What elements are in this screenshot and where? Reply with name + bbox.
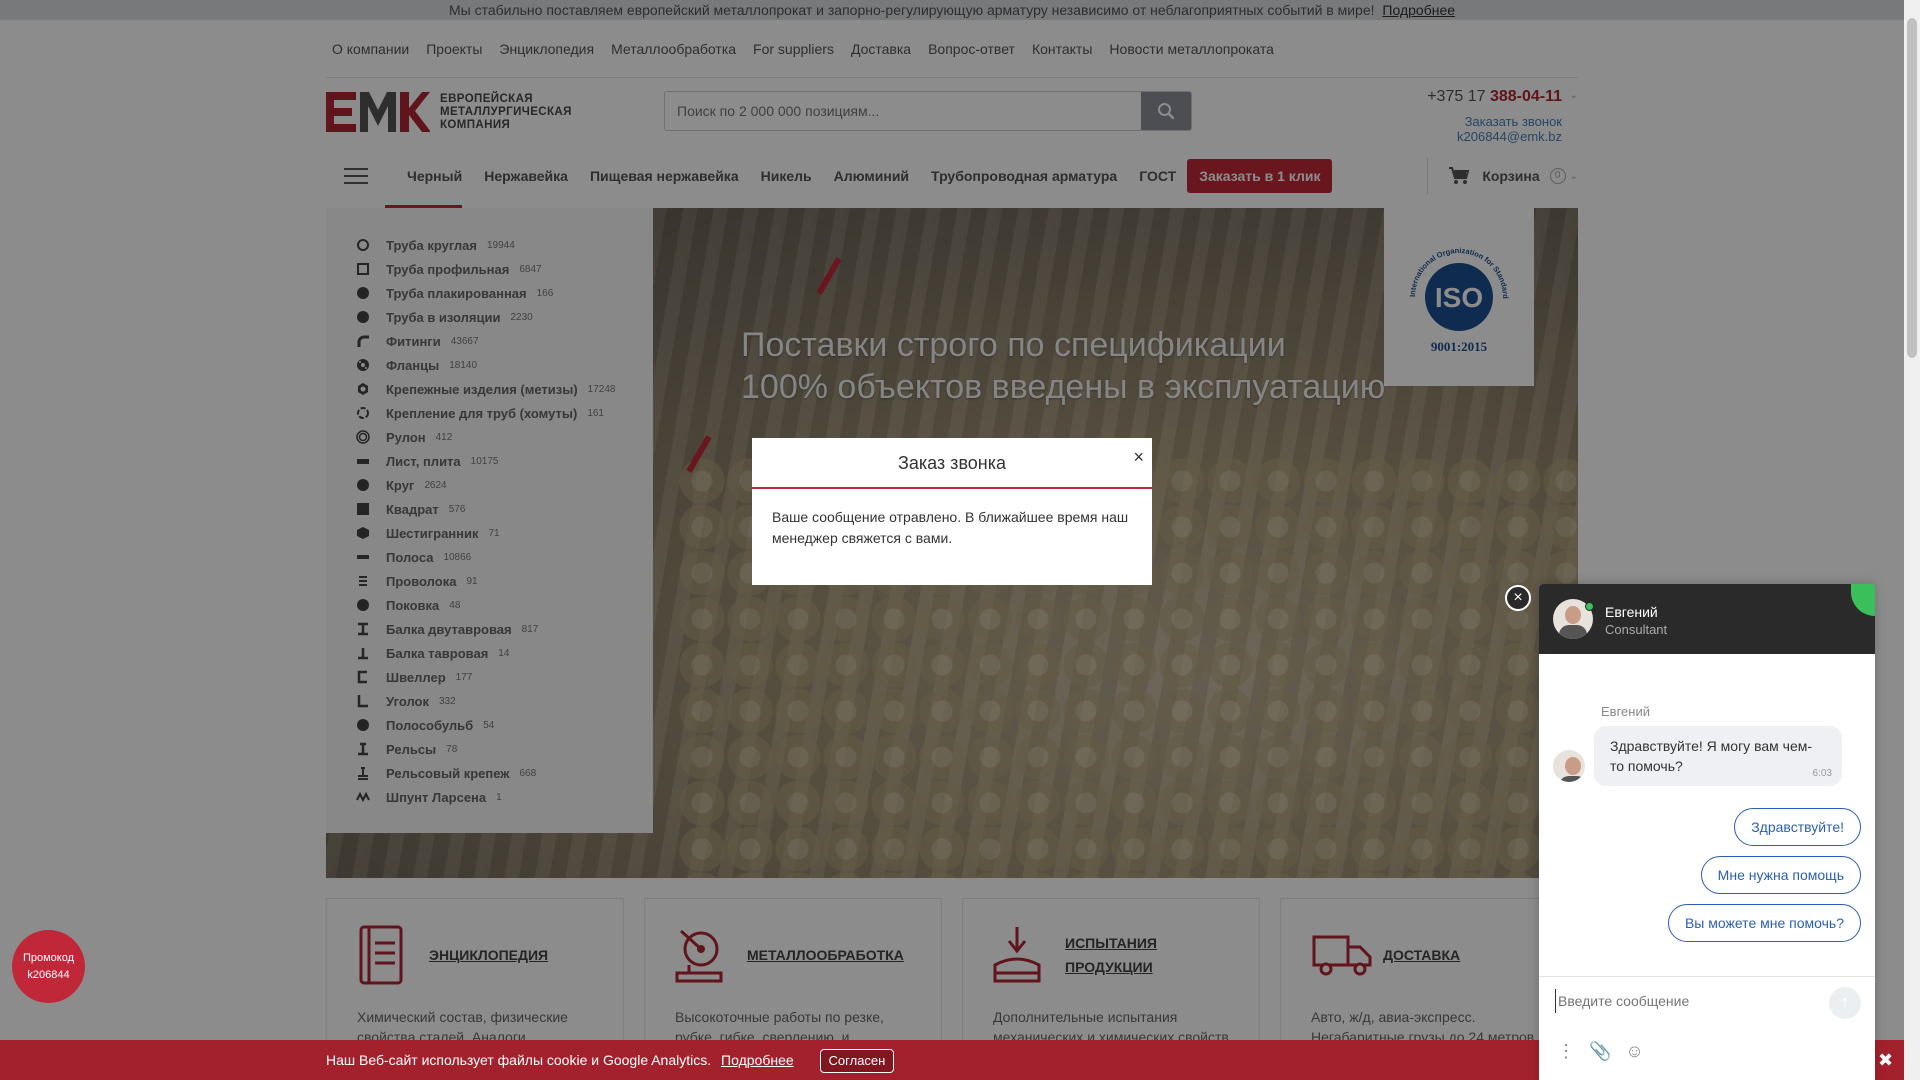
agent-role: Consultant bbox=[1605, 621, 1668, 637]
chat-input-area: ↑ ⋮ 📎 ☺ bbox=[1539, 976, 1875, 1080]
avatar bbox=[1553, 750, 1585, 782]
agent-name: Евгений bbox=[1605, 603, 1658, 620]
emoji-icon[interactable]: ☺ bbox=[1625, 1041, 1643, 1062]
cookie-more-link[interactable]: Подробнее bbox=[721, 1052, 794, 1068]
close-icon[interactable]: × bbox=[1133, 432, 1144, 483]
message-text: Здравствуйте! Я могу вам чем-то помочь? bbox=[1610, 738, 1813, 774]
message-time: 6:03 bbox=[1812, 768, 1832, 779]
modal-title: Заказ звонка bbox=[897, 453, 1007, 473]
chat-message: Здравствуйте! Я могу вам чем-то помочь? … bbox=[1594, 726, 1842, 786]
online-status-dot bbox=[1585, 602, 1594, 611]
chat-toolbar: ⋮ 📎 ☺ bbox=[1557, 1041, 1644, 1062]
status-corner bbox=[1851, 584, 1875, 616]
more-dots-icon[interactable]: ⋮ bbox=[1557, 1041, 1575, 1062]
promo-code: k206844 bbox=[27, 968, 70, 981]
promo-code-badge[interactable]: Промокод k206844 bbox=[12, 930, 85, 1003]
callback-modal: Заказ звонка × Ваше сообщение отравлено.… bbox=[752, 438, 1152, 585]
message-sender: Евгений bbox=[1601, 704, 1650, 719]
quick-reply-button[interactable]: Вы можете мне помочь? bbox=[1667, 904, 1861, 942]
quick-reply-button[interactable]: Здравствуйте! bbox=[1734, 808, 1861, 846]
cookie-close-icon[interactable]: ✖ bbox=[1878, 1040, 1893, 1080]
cookie-accept-button[interactable]: Согласен bbox=[819, 1049, 895, 1074]
cookie-text: Наш Веб-сайт использует файлы cookie и G… bbox=[326, 1052, 712, 1068]
chat-message-input[interactable] bbox=[1555, 989, 1815, 1013]
quick-reply-button[interactable]: Мне нужна помощь bbox=[1700, 856, 1861, 894]
scrollbar-thumb[interactable] bbox=[1907, 18, 1917, 358]
page-scrollbar[interactable] bbox=[1904, 0, 1920, 1080]
promo-label: Промокод bbox=[22, 951, 75, 964]
modal-header: Заказ звонка × bbox=[752, 438, 1152, 489]
chat-close-icon[interactable]: × bbox=[1505, 585, 1531, 611]
modal-message: Ваше сообщение отравлено. В ближайшее вр… bbox=[772, 509, 1129, 546]
chat-widget: Евгений Consultant Евгений Здравствуйте!… bbox=[1539, 584, 1875, 1080]
attach-paperclip-icon[interactable]: 📎 bbox=[1589, 1041, 1611, 1062]
send-arrow-icon[interactable]: ↑ bbox=[1829, 987, 1861, 1019]
chat-header: Евгений Consultant bbox=[1539, 584, 1875, 654]
